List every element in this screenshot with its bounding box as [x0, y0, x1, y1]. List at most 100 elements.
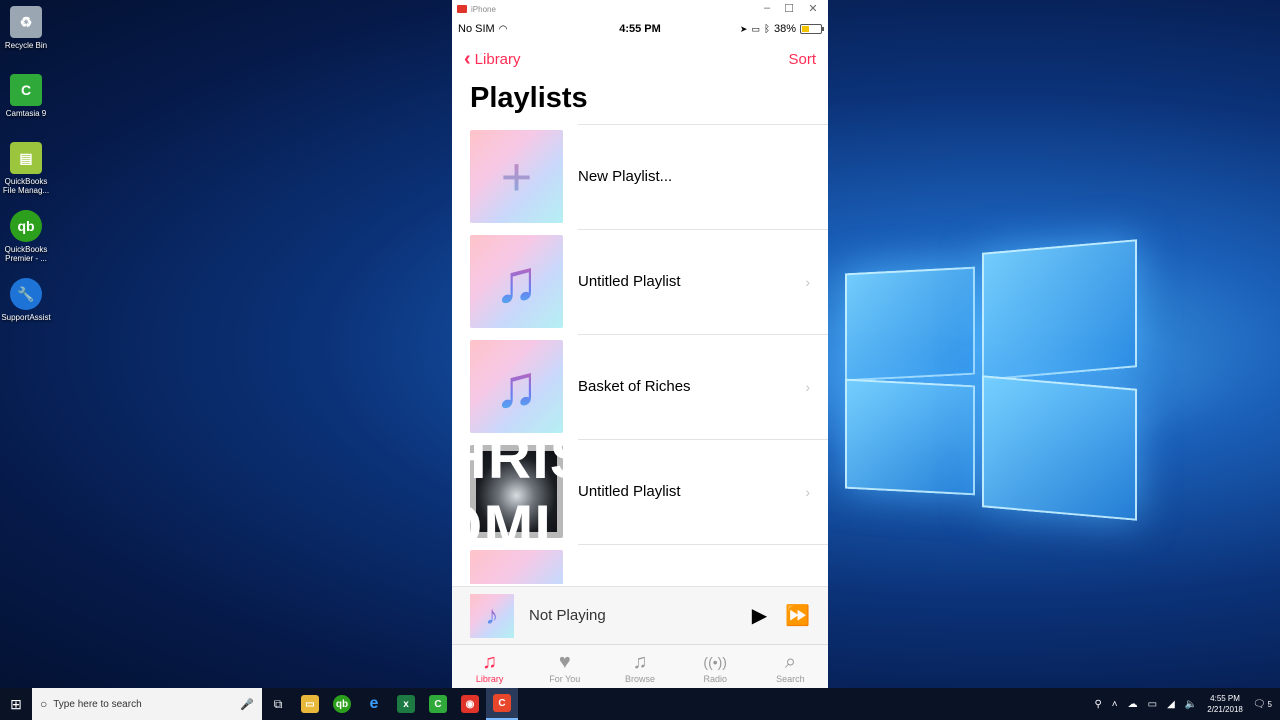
new-playlist-label: New Playlist...: [578, 168, 673, 185]
mini-player-artwork: ♪: [470, 593, 514, 638]
app-logo-icon: [457, 5, 467, 13]
search-icon: ○: [40, 697, 48, 711]
task-view-button[interactable]: ⧉: [262, 688, 294, 720]
chevron-right-icon: ›: [805, 483, 810, 500]
playlist-title: Untitled Playlist: [578, 483, 681, 500]
playlist-list[interactable]: + New Playlist... ♫ Untitled Playlist › …: [452, 124, 828, 584]
music-note-icon: ♪: [485, 600, 499, 630]
onedrive-icon[interactable]: ☁: [1128, 699, 1138, 710]
battery-percent: 38%: [773, 23, 796, 35]
fast-forward-icon[interactable]: ⏩: [785, 603, 810, 628]
clock-time: 4:55 PM: [1210, 694, 1240, 703]
desktop-icon-camtasia[interactable]: C Camtasia 9: [0, 72, 52, 136]
windows-icon: ⊞: [10, 695, 22, 712]
taskbar-edge[interactable]: e: [358, 688, 390, 720]
chevron-left-icon: ‹: [464, 48, 471, 70]
sort-button[interactable]: Sort: [788, 51, 816, 68]
network-icon[interactable]: ◢: [1167, 699, 1175, 710]
library-icon: ♫: [482, 650, 498, 673]
mini-player[interactable]: ♪ Not Playing ▶ ⏩: [452, 586, 828, 644]
album-artwork: CHRIS TOMLIN: [452, 424, 633, 560]
clock-date: 2/21/2018: [1207, 705, 1243, 714]
playlist-artwork: [470, 550, 563, 584]
quickbooks-file-manager-icon: ▤: [10, 142, 42, 174]
windows-logo-wallpaper: [830, 230, 1140, 530]
action-icon[interactable]: ▭: [1148, 699, 1157, 710]
tab-library[interactable]: ♫ Library: [452, 645, 527, 688]
minimize-button[interactable]: –: [760, 2, 774, 14]
radio-icon: ((•)): [703, 653, 727, 670]
tab-browse[interactable]: ♫ Browse: [602, 645, 677, 688]
tab-search[interactable]: ⌕ Search: [753, 645, 828, 688]
taskbar-file-explorer[interactable]: ▭: [294, 688, 326, 720]
taskbar-quickbooks[interactable]: qb: [326, 688, 358, 720]
people-icon[interactable]: ⚲: [1094, 699, 1101, 710]
notification-count: 5: [1267, 699, 1272, 709]
new-playlist-row[interactable]: + New Playlist...: [452, 124, 828, 229]
maximize-button[interactable]: ☐: [782, 2, 796, 15]
quickbooks-icon: qb: [333, 695, 351, 713]
chevron-right-icon: ›: [805, 273, 810, 290]
plus-icon: +: [500, 146, 533, 207]
edge-icon: e: [369, 695, 379, 712]
playlist-artwork: ♫: [470, 340, 563, 433]
desktop-icon-quickbooks-file-manager[interactable]: ▤ QuickBooks File Manag...: [0, 140, 52, 204]
window-title: iPhone: [471, 4, 496, 14]
playlist-row[interactable]: ♫ Untitled Playlist ›: [452, 229, 828, 334]
desktop-icon-recycle-bin[interactable]: ♻ Recycle Bin: [0, 4, 52, 68]
window-titlebar[interactable]: iPhone – ☐ ✕: [452, 0, 828, 18]
desktop-icons: ♻ Recycle Bin C Camtasia 9 ▤ QuickBooks …: [0, 4, 52, 344]
back-label: Library: [474, 50, 521, 68]
iphone-mirror-window: iPhone – ☐ ✕ No SIM ◠ 4:55 PM ➤ ▭ ᛒ 38% …: [452, 0, 828, 688]
camtasia-icon: C: [10, 74, 42, 106]
tab-for-you[interactable]: ♥ For You: [527, 645, 602, 688]
taskbar-clock[interactable]: 4:55 PM 2/21/2018: [1207, 693, 1243, 715]
desktop-icon-quickbooks-premier[interactable]: qb QuickBooks Premier - ...: [0, 208, 52, 272]
recorder-icon: C: [493, 694, 511, 712]
taskbar-mirror-app[interactable]: ◉: [454, 688, 486, 720]
taskbar-excel[interactable]: x: [390, 688, 422, 720]
now-playing-label: Not Playing: [529, 607, 606, 624]
ios-status-bar: No SIM ◠ 4:55 PM ➤ ▭ ᛒ 38%: [452, 18, 828, 40]
location-icon: ➤: [739, 23, 748, 34]
music-note-icon: ♫: [494, 248, 539, 315]
heart-icon: ♥: [558, 650, 571, 673]
chevron-right-icon: ›: [805, 378, 810, 395]
supportassist-icon: 🔧: [10, 278, 42, 310]
start-button[interactable]: ⊞: [0, 688, 32, 720]
desktop-icon-supportassist[interactable]: 🔧 SupportAssist: [0, 276, 52, 340]
search-icon: ⌕: [784, 650, 797, 673]
playlist-title: Basket of Riches: [578, 378, 691, 395]
nav-bar: ‹ Library Sort: [452, 40, 828, 78]
tab-radio[interactable]: ((•)) Radio: [678, 645, 753, 688]
windows-taskbar: ⊞ ○ Type here to search 🎤 ⧉ ▭ qb e x C ◉…: [0, 688, 1280, 720]
battery-icon: [800, 24, 824, 34]
taskbar-recorder[interactable]: C: [486, 688, 518, 720]
playlist-row[interactable]: CHRIS TOMLIN Untitled Playlist ›: [452, 424, 828, 560]
taskbar-camtasia[interactable]: C: [422, 688, 454, 720]
tab-bar: ♫ Library ♥ For You ♫ Browse ((•)) Radio…: [452, 644, 828, 688]
chevron-up-icon[interactable]: ˄: [1112, 699, 1118, 710]
playlist-artwork: ♫: [470, 235, 563, 328]
playlist-row-partial[interactable]: [452, 544, 828, 584]
excel-icon: x: [397, 695, 415, 713]
system-tray: ⚲ ˄ ☁ ▭ ◢ 🔈 4:55 PM 2/21/2018 🗨 5: [1094, 688, 1280, 720]
microphone-icon[interactable]: 🎤: [240, 698, 254, 711]
page-title: Playlists: [470, 82, 588, 114]
music-note-icon: ♫: [632, 650, 648, 673]
taskbar-search-box[interactable]: ○ Type here to search 🎤: [32, 688, 262, 720]
quickbooks-icon: qb: [10, 210, 42, 242]
recycle-bin-icon: ♻: [10, 6, 42, 38]
search-placeholder: Type here to search: [53, 698, 142, 710]
task-view-icon: ⧉: [273, 696, 283, 711]
play-icon[interactable]: ▶: [752, 603, 767, 628]
folder-icon: ▭: [301, 695, 319, 713]
airplay-icon: ▭: [751, 23, 760, 34]
volume-icon[interactable]: 🔈: [1185, 699, 1197, 710]
notifications-icon[interactable]: 🗨: [1253, 699, 1266, 710]
camtasia-icon: C: [429, 695, 447, 713]
new-playlist-thumb: +: [470, 130, 563, 223]
close-button[interactable]: ✕: [806, 2, 820, 15]
playlist-title: Untitled Playlist: [578, 273, 681, 290]
back-button[interactable]: ‹ Library: [464, 49, 521, 69]
